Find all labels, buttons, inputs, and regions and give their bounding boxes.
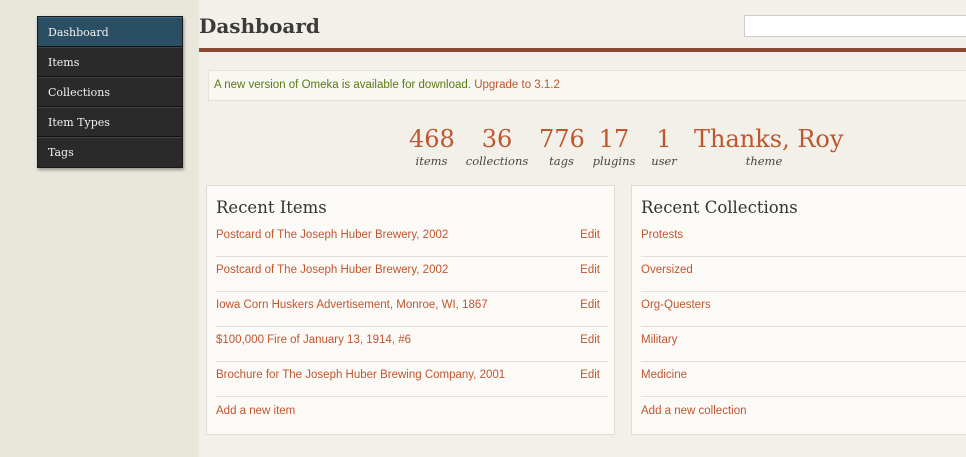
- stat-value: 17: [598, 125, 630, 153]
- table-row: $100,000 Fire of January 13, 1914, #6 Ed…: [216, 327, 608, 362]
- stat-value: 468: [409, 125, 455, 153]
- main-content: Dashboard A new version of Omeka is avai…: [199, 0, 966, 457]
- stat-value: 1: [656, 125, 672, 153]
- add-item-link[interactable]: Add a new item: [216, 405, 295, 417]
- recent-collections-heading: Recent Collections: [641, 198, 798, 217]
- stat-label: theme: [745, 154, 783, 168]
- title-divider: [199, 48, 966, 52]
- edit-link[interactable]: Edit: [580, 257, 600, 284]
- collection-link[interactable]: Military: [641, 334, 677, 346]
- stat-label: tags: [549, 154, 574, 168]
- item-link[interactable]: $100,000 Fire of January 13, 1914, #6: [216, 334, 411, 346]
- item-link[interactable]: Postcard of The Joseph Huber Brewery, 20…: [216, 264, 448, 276]
- recent-collections-panel: Recent Collections Protests Oversized Or…: [631, 185, 966, 435]
- stat-value: Thanks, Roy: [694, 125, 844, 153]
- collection-link[interactable]: Protests: [641, 229, 683, 241]
- table-row: Postcard of The Joseph Huber Brewery, 20…: [216, 222, 608, 257]
- stat-label: collections: [465, 154, 529, 168]
- item-link[interactable]: Brochure for The Joseph Huber Brewing Co…: [216, 369, 505, 381]
- edit-link[interactable]: Edit: [580, 362, 600, 389]
- update-alert: A new version of Omeka is available for …: [208, 70, 966, 101]
- stat-tags[interactable]: 776 tags: [539, 124, 585, 168]
- recent-items-panel: Recent Items Postcard of The Joseph Hube…: [206, 185, 615, 435]
- collection-link[interactable]: Oversized: [641, 264, 693, 276]
- nav-item-item-types[interactable]: Item Types: [38, 107, 182, 137]
- nav-item-dashboard[interactable]: Dashboard: [38, 17, 182, 47]
- list-item: Medicine: [641, 362, 966, 397]
- nav-item-tags[interactable]: Tags: [38, 137, 182, 167]
- list-item: Protests: [641, 222, 966, 257]
- page-title: Dashboard: [199, 14, 320, 38]
- item-link[interactable]: Postcard of The Joseph Huber Brewery, 20…: [216, 229, 448, 241]
- stat-label: user: [651, 154, 677, 168]
- stat-users[interactable]: 1 user: [646, 124, 682, 168]
- stat-theme[interactable]: Thanks, Roy theme: [694, 124, 844, 168]
- stat-value: 36: [481, 125, 513, 153]
- stat-plugins[interactable]: 17 plugins: [589, 124, 639, 168]
- collection-link[interactable]: Medicine: [641, 369, 687, 381]
- stat-collections[interactable]: 36 collections: [464, 124, 530, 168]
- table-row: Iowa Corn Huskers Advertisement, Monroe,…: [216, 292, 608, 327]
- add-collection-link[interactable]: Add a new collection: [641, 405, 746, 417]
- list-item: Oversized: [641, 257, 966, 292]
- edit-link[interactable]: Edit: [580, 222, 600, 249]
- nav-item-collections[interactable]: Collections: [38, 77, 182, 107]
- stat-label: plugins: [592, 154, 636, 168]
- item-link[interactable]: Iowa Corn Huskers Advertisement, Monroe,…: [216, 299, 488, 311]
- nav-item-items[interactable]: Items: [38, 47, 182, 77]
- list-item: Military: [641, 327, 966, 362]
- table-row: Postcard of The Joseph Huber Brewery, 20…: [216, 257, 608, 292]
- stat-label: items: [415, 154, 448, 168]
- edit-link[interactable]: Edit: [580, 327, 600, 354]
- search-input[interactable]: [744, 15, 966, 37]
- list-item: Org-Questers: [641, 292, 966, 327]
- upgrade-link[interactable]: Upgrade to 3.1.2: [474, 79, 560, 91]
- stat-value: 776: [539, 125, 585, 153]
- alert-message: A new version of Omeka is available for …: [214, 79, 471, 91]
- collection-link[interactable]: Org-Questers: [641, 299, 711, 311]
- table-row: Brochure for The Joseph Huber Brewing Co…: [216, 362, 608, 397]
- main-nav: Dashboard Items Collections Item Types T…: [37, 16, 183, 168]
- edit-link[interactable]: Edit: [580, 292, 600, 319]
- stat-items[interactable]: 468 items: [409, 124, 455, 168]
- recent-items-heading: Recent Items: [216, 198, 327, 217]
